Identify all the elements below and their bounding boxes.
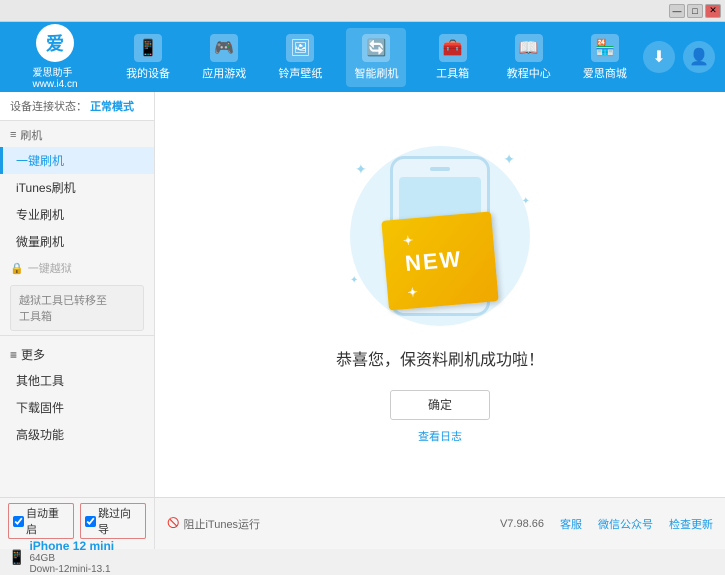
sparkle-3: ✦ (522, 196, 530, 207)
device-status: 设备连接状态： 正常模式 (0, 92, 154, 121)
sidebar-item-micro-flash[interactable]: 微量刷机 (0, 228, 154, 255)
success-illustration: ✦ ✦ ✦ ✦ NEW (330, 146, 550, 326)
my-device-icon: 📱 (134, 34, 162, 62)
skip-guide-checkbox-container: 跳过向导 (80, 503, 146, 539)
confirm-button[interactable]: 确定 (390, 390, 490, 420)
sidebar-item-itunes-flash[interactable]: iTunes刷机 (0, 174, 154, 201)
sparkle-1: ✦ (355, 161, 367, 178)
skip-guide-label: 跳过向导 (98, 505, 141, 537)
bottom-links: V7.98.66 客服 微信公众号 检查更新 (500, 516, 713, 532)
content-area: ✦ ✦ ✦ ✦ NEW 恭喜您，保资料刷机成功啦！ 确定 查看日志 (155, 92, 725, 497)
nav-tutorial[interactable]: 📖 教程中心 (499, 28, 559, 87)
device-row: 📱 iPhone 12 mini 64GB Down-12mini-13.1 (8, 539, 146, 575)
success-message: 恭喜您，保资料刷机成功啦！ (336, 346, 544, 370)
device-name: iPhone 12 mini (29, 539, 114, 553)
tutorial-icon: 📖 (515, 34, 543, 62)
sidebar-item-advanced[interactable]: 高级功能 (0, 421, 154, 448)
nav-my-device[interactable]: 📱 我的设备 (118, 28, 178, 87)
bottom-main: 🚫 阻止iTunes运行 V7.98.66 客服 微信公众号 检查更新 (155, 498, 725, 549)
itunes-icon: 🚫 (167, 518, 179, 529)
check-update-link[interactable]: 检查更新 (669, 516, 713, 532)
sparkle-2: ✦ (503, 151, 515, 168)
device-info: iPhone 12 mini 64GB Down-12mini-13.1 (29, 539, 114, 575)
logo-icon: 爱 (36, 24, 74, 62)
itunes-running-label: 阻止iTunes运行 (183, 516, 260, 532)
sidebar-item-pro-flash[interactable]: 专业刷机 (0, 201, 154, 228)
title-bar: — □ ✕ (0, 0, 725, 22)
logo-subtext: 爱思助手 www.i4.cn (32, 64, 77, 90)
nav-wallpaper[interactable]: 🖼 铃声壁纸 (270, 28, 330, 87)
sidebar-jailbreak-note: 越狱工具已转移至工具箱 (10, 285, 144, 331)
sidebar-divider (0, 335, 154, 336)
download-button[interactable]: ⬇ (643, 41, 675, 73)
maximize-button[interactable]: □ (687, 4, 703, 18)
sidebar-item-one-click-flash[interactable]: 一键刷机 (0, 147, 154, 174)
sidebar-flash-section: ≡ 刷机 (0, 121, 154, 147)
logo: 爱 爱思助手 www.i4.cn (10, 24, 100, 90)
wechat-link[interactable]: 微信公众号 (598, 516, 653, 532)
apps-games-icon: 🎮 (210, 34, 238, 62)
auto-reboot-checkbox-container: 自动重启 (8, 503, 74, 539)
bottom-sidebar: 自动重启 跳过向导 📱 iPhone 12 mini 64GB Down-12m… (0, 498, 155, 549)
fan-city-icon: 🏪 (591, 34, 619, 62)
nav-bar: 📱 我的设备 🎮 应用游戏 🖼 铃声壁纸 🔄 智能刷机 🧰 工具箱 📖 教程中心… (110, 28, 643, 87)
nav-smart-flash[interactable]: 🔄 智能刷机 (346, 28, 406, 87)
smart-flash-icon: 🔄 (362, 34, 390, 62)
phone-speaker (430, 167, 450, 171)
sidebar: 设备连接状态： 正常模式 ≡ 刷机 一键刷机 iTunes刷机 专业刷机 微量刷… (0, 92, 155, 497)
version-label: V7.98.66 (500, 518, 544, 530)
support-link[interactable]: 客服 (560, 516, 582, 532)
log-link[interactable]: 查看日志 (418, 428, 462, 444)
close-button[interactable]: ✕ (705, 4, 721, 18)
main-layout: 设备连接状态： 正常模式 ≡ 刷机 一键刷机 iTunes刷机 专业刷机 微量刷… (0, 92, 725, 497)
sparkle-4: ✦ (350, 275, 358, 286)
checkbox-row: 自动重启 跳过向导 (8, 503, 146, 539)
auto-reboot-checkbox[interactable] (13, 516, 24, 527)
nav-apps-games[interactable]: 🎮 应用游戏 (194, 28, 254, 87)
bottom-panel: 自动重启 跳过向导 📱 iPhone 12 mini 64GB Down-12m… (0, 497, 725, 549)
sidebar-more-section: ≡ 更多 (0, 340, 154, 367)
header-actions: ⬇ 👤 (643, 41, 715, 73)
sidebar-item-other-tools[interactable]: 其他工具 (0, 367, 154, 394)
minimize-button[interactable]: — (669, 4, 685, 18)
device-phone-icon: 📱 (8, 549, 25, 566)
sidebar-item-download-firmware[interactable]: 下载固件 (0, 394, 154, 421)
device-version: Down-12mini-13.1 (29, 564, 114, 575)
header: 爱 爱思助手 www.i4.cn 📱 我的设备 🎮 应用游戏 🖼 铃声壁纸 🔄 … (0, 22, 725, 92)
user-button[interactable]: 👤 (683, 41, 715, 73)
auto-reboot-label: 自动重启 (26, 505, 69, 537)
nav-toolbox[interactable]: 🧰 工具箱 (423, 28, 483, 87)
toolbox-icon: 🧰 (439, 34, 467, 62)
itunes-status: 🚫 阻止iTunes运行 (167, 516, 260, 532)
sidebar-jailbreak-section: 🔒 一键越狱 (0, 255, 154, 281)
nav-fan-city[interactable]: 🏪 爱思商城 (575, 28, 635, 87)
skip-guide-checkbox[interactable] (85, 516, 96, 527)
wallpaper-icon: 🖼 (286, 34, 314, 62)
device-storage: 64GB (29, 553, 114, 564)
new-badge: NEW (381, 211, 498, 310)
